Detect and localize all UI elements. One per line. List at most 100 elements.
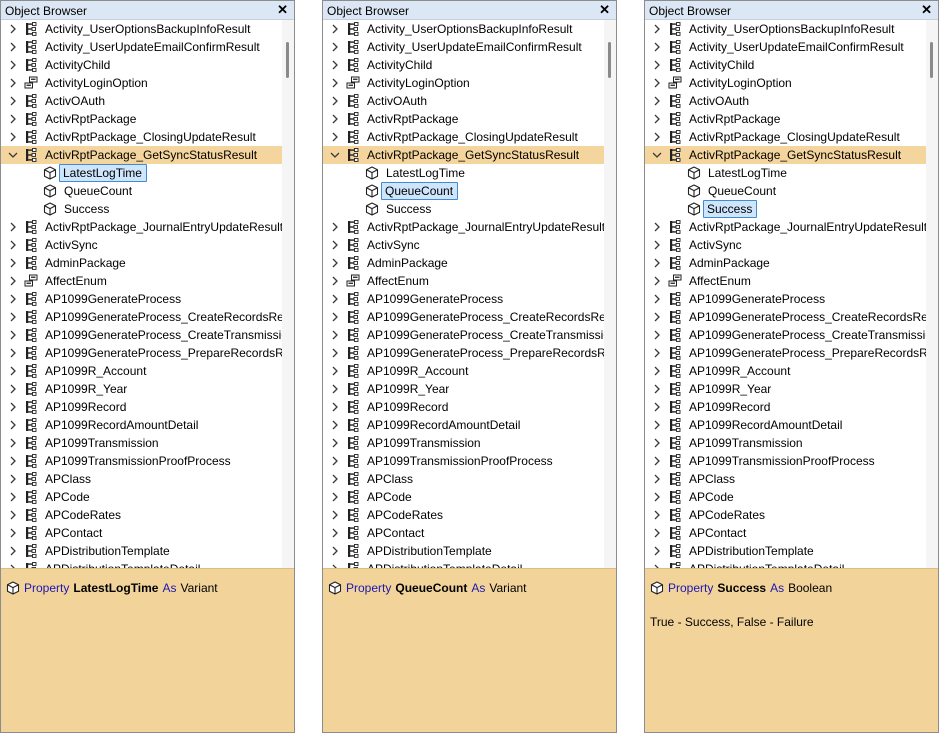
chevron-right-icon[interactable] bbox=[651, 455, 663, 467]
chevron-right-icon[interactable] bbox=[7, 131, 19, 143]
chevron-right-icon[interactable] bbox=[651, 329, 663, 341]
chevron-right-icon[interactable] bbox=[329, 509, 341, 521]
tree-item[interactable]: APContact bbox=[645, 524, 927, 542]
chevron-right-icon[interactable] bbox=[7, 419, 19, 431]
tree-item[interactable]: ActivOAuth bbox=[323, 92, 605, 110]
chevron-right-icon[interactable] bbox=[7, 473, 19, 485]
chevron-right-icon[interactable] bbox=[7, 401, 19, 413]
chevron-right-icon[interactable] bbox=[651, 275, 663, 287]
tree-item[interactable]: ActivRptPackage_JournalEntryUpdateResult bbox=[1, 218, 283, 236]
tree-item[interactable]: AP1099Transmission bbox=[323, 434, 605, 452]
tree-item[interactable]: Activity_UserUpdateEmailConfirmResult bbox=[1, 38, 283, 56]
chevron-right-icon[interactable] bbox=[7, 239, 19, 251]
tree-item[interactable]: AP1099GenerateProcess_CreateTransmission… bbox=[323, 326, 605, 344]
tree-item[interactable]: APDistributionTemplateDetail bbox=[645, 560, 927, 568]
chevron-right-icon[interactable] bbox=[651, 545, 663, 557]
scrollbar-thumb[interactable] bbox=[930, 42, 933, 78]
tree-item[interactable]: AP1099GenerateProcess_CreateRecordsResul… bbox=[645, 308, 927, 326]
tree-item[interactable]: ActivityChild bbox=[645, 56, 927, 74]
tree-item[interactable]: Activity_UserOptionsBackupInfoResult bbox=[323, 20, 605, 38]
chevron-right-icon[interactable] bbox=[329, 275, 341, 287]
chevron-right-icon[interactable] bbox=[7, 365, 19, 377]
chevron-right-icon[interactable] bbox=[329, 347, 341, 359]
chevron-right-icon[interactable] bbox=[7, 23, 19, 35]
tree-item[interactable]: APDistributionTemplateDetail bbox=[323, 560, 605, 568]
object-tree[interactable]: Activity_UserOptionsBackupInfoResult Acti… bbox=[323, 20, 605, 568]
chevron-right-icon[interactable] bbox=[329, 59, 341, 71]
tree-item[interactable]: ActivRptPackage_ClosingUpdateResult bbox=[645, 128, 927, 146]
chevron-right-icon[interactable] bbox=[7, 383, 19, 395]
tree-item[interactable]: ActivRptPackage_JournalEntryUpdateResult bbox=[323, 218, 605, 236]
vertical-scrollbar[interactable] bbox=[604, 20, 616, 568]
object-tree[interactable]: Activity_UserOptionsBackupInfoResult Acti… bbox=[1, 20, 283, 568]
tree-item[interactable]: AffectEnum bbox=[323, 272, 605, 290]
tree-item[interactable]: AP1099TransmissionProofProcess bbox=[645, 452, 927, 470]
tree-item[interactable]: AP1099R_Year bbox=[323, 380, 605, 398]
chevron-right-icon[interactable] bbox=[329, 77, 341, 89]
chevron-right-icon[interactable] bbox=[651, 23, 663, 35]
close-icon[interactable]: ✕ bbox=[599, 2, 610, 18]
tree-item[interactable]: APClass bbox=[645, 470, 927, 488]
tree-item[interactable]: AP1099GenerateProcess_PrepareRecordsResu… bbox=[323, 344, 605, 362]
tree-item[interactable]: ActivSync bbox=[1, 236, 283, 254]
chevron-right-icon[interactable] bbox=[7, 491, 19, 503]
tree-item[interactable]: AP1099Transmission bbox=[645, 434, 927, 452]
tree-item[interactable]: ActivRptPackage_ClosingUpdateResult bbox=[1, 128, 283, 146]
tree-item[interactable]: APDistributionTemplate bbox=[1, 542, 283, 560]
tree-item[interactable]: AP1099R_Account bbox=[1, 362, 283, 380]
tree-item[interactable]: AP1099RecordAmountDetail bbox=[645, 416, 927, 434]
tree-item[interactable]: APCode bbox=[323, 488, 605, 506]
chevron-right-icon[interactable] bbox=[651, 311, 663, 323]
chevron-right-icon[interactable] bbox=[651, 59, 663, 71]
tree-item[interactable]: AP1099GenerateProcess bbox=[645, 290, 927, 308]
chevron-right-icon[interactable] bbox=[651, 419, 663, 431]
tree-item[interactable]: ActivRptPackage_GetSyncStatusResult bbox=[645, 146, 927, 164]
scrollbar-thumb[interactable] bbox=[608, 42, 611, 78]
tree-item[interactable]: ActivOAuth bbox=[1, 92, 283, 110]
tree-item[interactable]: ActivityLoginOption bbox=[645, 74, 927, 92]
chevron-right-icon[interactable] bbox=[329, 401, 341, 413]
tree-item[interactable]: AP1099RecordAmountDetail bbox=[1, 416, 283, 434]
close-icon[interactable]: ✕ bbox=[921, 2, 932, 18]
tree-item[interactable]: APContact bbox=[1, 524, 283, 542]
tree-item[interactable]: AP1099GenerateProcess_CreateTransmission… bbox=[645, 326, 927, 344]
tree-item[interactable]: LatestLogTime bbox=[645, 164, 927, 182]
tree-item[interactable]: APClass bbox=[1, 470, 283, 488]
chevron-right-icon[interactable] bbox=[329, 257, 341, 269]
chevron-right-icon[interactable] bbox=[651, 383, 663, 395]
tree-item[interactable]: AP1099R_Year bbox=[1, 380, 283, 398]
tree-item[interactable]: APContact bbox=[323, 524, 605, 542]
tree-item[interactable]: AP1099GenerateProcess_PrepareRecordsResu… bbox=[645, 344, 927, 362]
tree-item[interactable]: APCodeRates bbox=[1, 506, 283, 524]
tree-item[interactable]: LatestLogTime bbox=[1, 164, 283, 182]
chevron-right-icon[interactable] bbox=[651, 437, 663, 449]
chevron-right-icon[interactable] bbox=[329, 545, 341, 557]
tree-item[interactable]: AP1099R_Account bbox=[645, 362, 927, 380]
tree-item[interactable]: AP1099Transmission bbox=[1, 434, 283, 452]
chevron-right-icon[interactable] bbox=[7, 59, 19, 71]
chevron-right-icon[interactable] bbox=[329, 329, 341, 341]
chevron-right-icon[interactable] bbox=[651, 527, 663, 539]
chevron-down-icon[interactable] bbox=[329, 149, 341, 161]
tree-item[interactable]: APCodeRates bbox=[323, 506, 605, 524]
chevron-right-icon[interactable] bbox=[7, 347, 19, 359]
tree-item[interactable]: ActivityLoginOption bbox=[1, 74, 283, 92]
chevron-right-icon[interactable] bbox=[651, 257, 663, 269]
tree-item[interactable]: AffectEnum bbox=[1, 272, 283, 290]
tree-item[interactable]: AP1099GenerateProcess bbox=[323, 290, 605, 308]
tree-item[interactable]: ActivRptPackage bbox=[645, 110, 927, 128]
tree-item[interactable]: ActivityChild bbox=[323, 56, 605, 74]
tree-item[interactable]: AP1099GenerateProcess_CreateRecordsResul… bbox=[1, 308, 283, 326]
chevron-right-icon[interactable] bbox=[7, 311, 19, 323]
chevron-right-icon[interactable] bbox=[651, 509, 663, 521]
tree-item[interactable]: AP1099GenerateProcess_CreateTransmission… bbox=[1, 326, 283, 344]
tree-item[interactable]: AP1099TransmissionProofProcess bbox=[323, 452, 605, 470]
chevron-right-icon[interactable] bbox=[651, 491, 663, 503]
chevron-right-icon[interactable] bbox=[329, 365, 341, 377]
chevron-down-icon[interactable] bbox=[7, 149, 19, 161]
tree-item[interactable]: Activity_UserOptionsBackupInfoResult bbox=[645, 20, 927, 38]
chevron-right-icon[interactable] bbox=[651, 131, 663, 143]
chevron-right-icon[interactable] bbox=[329, 239, 341, 251]
tree-item[interactable]: APDistributionTemplate bbox=[645, 542, 927, 560]
tree-item[interactable]: Success bbox=[645, 200, 927, 218]
